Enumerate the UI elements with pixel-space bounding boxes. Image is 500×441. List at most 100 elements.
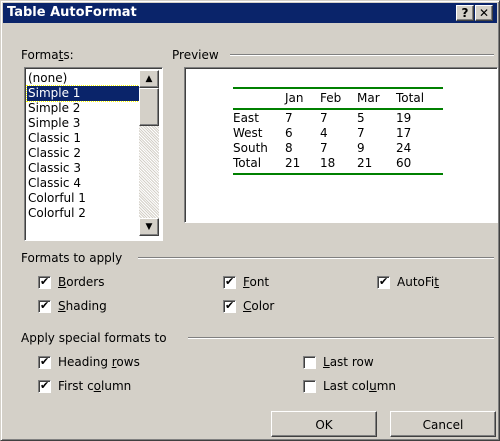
scroll-thumb[interactable]	[139, 88, 159, 126]
preview-header-row: Jan Feb Mar Total	[233, 91, 443, 106]
preview-cell: 18	[320, 156, 336, 170]
heading-rows-label[interactable]: Heading rows	[58, 355, 140, 369]
heading-rows-rest: ows	[116, 355, 140, 369]
list-item[interactable]: Simple 2	[27, 101, 139, 116]
list-item[interactable]: Colorful 2	[27, 206, 139, 221]
first-column-pre: First c	[58, 379, 94, 393]
preview-cell: 6	[285, 126, 293, 140]
borders-label[interactable]: Borders	[58, 275, 104, 289]
arrow-down-icon: ▼	[145, 222, 153, 232]
preview-cell: 7	[357, 126, 365, 140]
preview-box: Jan Feb Mar Total East 7 7 5 19 West 6 4…	[184, 67, 498, 223]
help-button[interactable]: ?	[456, 5, 474, 21]
font-label[interactable]: Font	[243, 275, 269, 289]
list-item-selected[interactable]: Simple 1	[26, 85, 140, 102]
formats-scrollbar[interactable]: ▲ ▼	[139, 70, 159, 236]
last-column-rest: mn	[376, 379, 396, 393]
first-column-key: o	[93, 379, 102, 393]
font-checkbox[interactable]: ✔	[223, 275, 236, 289]
borders-checkbox[interactable]: ✔	[38, 275, 51, 289]
formats-label-pre: Forma	[21, 48, 59, 62]
preview-row: South 8 7 9 24	[233, 141, 443, 156]
last-row-rest: ast row	[329, 355, 374, 369]
list-item[interactable]: Simple 3	[27, 116, 139, 131]
formats-label: Formats:	[21, 48, 74, 62]
preview-cell: 7	[285, 111, 293, 125]
preview-top-rule	[233, 87, 443, 89]
preview-cell: East	[233, 111, 259, 125]
scroll-up-button[interactable]: ▲	[139, 70, 159, 88]
shading-checkbox[interactable]: ✔	[38, 299, 51, 313]
borders-label-rest: orders	[66, 275, 105, 289]
font-label-rest: ont	[249, 275, 270, 289]
preview-cell: Total	[233, 156, 262, 170]
ok-button[interactable]: OK	[271, 411, 377, 437]
preview-separator	[230, 54, 494, 56]
check-icon: ✔	[40, 355, 50, 368]
last-column-checkbox[interactable]	[303, 380, 316, 393]
first-column-checkbox[interactable]: ✔	[38, 379, 51, 393]
preview-cell: 60	[396, 156, 412, 170]
preview-row: Total 21 18 21 60	[233, 156, 443, 171]
check-icon: ✔	[225, 299, 235, 312]
preview-cell: 21	[357, 156, 373, 170]
preview-header-rule	[233, 108, 443, 110]
table-autoformat-dialog: Table AutoFormat ? ✕ Formats: Preview (n…	[0, 0, 500, 441]
formats-listbox[interactable]: (none) Simple 1 Simple 2 Simple 3 Classi…	[24, 67, 163, 241]
preview-label: Preview	[172, 48, 219, 62]
list-item[interactable]: Classic 3	[27, 161, 139, 176]
shading-label-key: S	[58, 299, 66, 313]
formats-to-apply-separator	[138, 257, 494, 259]
preview-cell: 9	[357, 141, 365, 155]
last-row-checkbox[interactable]	[303, 356, 316, 369]
formats-list: (none) Simple 1 Simple 2 Simple 3 Classi…	[26, 71, 140, 221]
preview-header-cell: Mar	[357, 91, 380, 105]
autofit-label[interactable]: AutoFit	[397, 275, 439, 289]
check-icon: ✔	[379, 275, 389, 288]
preview-cell: 7	[320, 141, 328, 155]
list-item[interactable]: (none)	[27, 71, 139, 86]
list-item[interactable]: Colorful 1	[27, 191, 139, 206]
formats-to-apply-label: Formats to apply	[21, 251, 123, 265]
title-bar[interactable]: Table AutoFormat ? ✕	[3, 3, 497, 23]
close-button[interactable]: ✕	[475, 5, 493, 21]
list-item[interactable]: Classic 2	[27, 146, 139, 161]
heading-rows-checkbox[interactable]: ✔	[38, 355, 51, 369]
cancel-button[interactable]: Cancel	[390, 411, 496, 437]
preview-cell: 17	[396, 126, 412, 140]
help-icon: ?	[461, 6, 469, 20]
list-item[interactable]: Classic 4	[27, 176, 139, 191]
preview-header-cell: Feb	[320, 91, 342, 105]
preview-cell: West	[233, 126, 263, 140]
preview-cell: 8	[285, 141, 293, 155]
last-row-key: L	[323, 355, 330, 369]
shading-label[interactable]: Shading	[58, 299, 107, 313]
last-column-label[interactable]: Last column	[323, 379, 396, 393]
color-label[interactable]: Color	[243, 299, 274, 313]
preview-cell: 7	[320, 111, 328, 125]
preview-header-cell: Jan	[285, 91, 304, 105]
preview-cell: 4	[320, 126, 328, 140]
autofit-checkbox[interactable]: ✔	[377, 275, 390, 289]
preview-row: East 7 7 5 19	[233, 111, 443, 126]
heading-rows-pre: Heading	[58, 355, 112, 369]
last-column-pre: Last col	[323, 379, 370, 393]
check-icon: ✔	[40, 275, 50, 288]
last-row-label[interactable]: Last row	[323, 355, 374, 369]
formats-label-post: s:	[63, 48, 74, 62]
preview-cell: South	[233, 141, 268, 155]
first-column-rest: lumn	[101, 379, 132, 393]
preview-cell: 19	[396, 111, 412, 125]
preview-cell: 24	[396, 141, 412, 155]
shading-label-rest: hading	[65, 299, 107, 313]
preview-row: West 6 4 7 17	[233, 126, 443, 141]
preview-cell: 21	[285, 156, 301, 170]
autofit-label-key: t	[434, 275, 439, 289]
autofit-label-pre: AutoFi	[397, 275, 435, 289]
first-column-label[interactable]: First column	[58, 379, 131, 393]
list-item[interactable]: Classic 1	[27, 131, 139, 146]
last-column-key: u	[369, 379, 377, 393]
check-icon: ✔	[225, 275, 235, 288]
color-checkbox[interactable]: ✔	[223, 299, 236, 313]
scroll-down-button[interactable]: ▼	[139, 218, 159, 236]
